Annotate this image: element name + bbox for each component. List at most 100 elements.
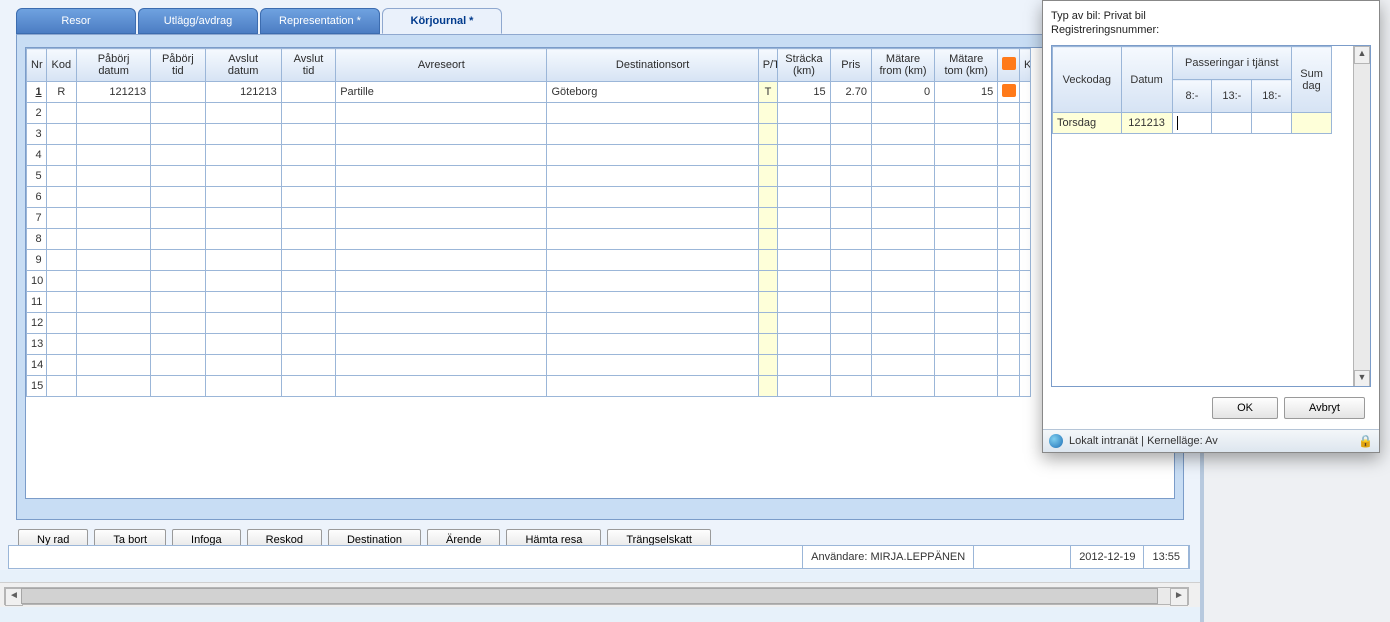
cell-nr[interactable]: 13: [27, 334, 47, 355]
cell-pris[interactable]: [830, 334, 871, 355]
cell-nr[interactable]: 4: [27, 145, 47, 166]
cell-stracka[interactable]: [778, 292, 830, 313]
cell-mfrom[interactable]: 0: [871, 82, 934, 103]
dcol-p8[interactable]: 8:-: [1172, 80, 1212, 113]
cell-avsdatum[interactable]: [205, 229, 281, 250]
cell-avstid[interactable]: [281, 355, 335, 376]
cell-k[interactable]: [1020, 250, 1031, 271]
cell-p18[interactable]: [1252, 113, 1292, 134]
cell-avstid[interactable]: [281, 187, 335, 208]
cell-destination[interactable]: [547, 166, 758, 187]
cell-mtom[interactable]: [935, 334, 998, 355]
cell-datum[interactable]: 121213: [1121, 113, 1172, 134]
cell-pt[interactable]: [758, 313, 778, 334]
dcol-datum[interactable]: Datum: [1121, 47, 1172, 113]
cell-kod[interactable]: [46, 166, 76, 187]
cell-pabdatum[interactable]: [77, 208, 151, 229]
cell-mfrom[interactable]: [871, 103, 934, 124]
cell-stracka[interactable]: [778, 376, 830, 397]
cell-pabdatum[interactable]: [77, 187, 151, 208]
cell-stracka[interactable]: [778, 229, 830, 250]
cell-avsdatum[interactable]: [205, 334, 281, 355]
cell-nr[interactable]: 7: [27, 208, 47, 229]
cell-avstid[interactable]: [281, 271, 335, 292]
col-mtom[interactable]: Mätaretom (km): [935, 49, 998, 82]
cell-pris[interactable]: [830, 187, 871, 208]
cell-comment[interactable]: [998, 124, 1020, 145]
cell-k[interactable]: [1020, 355, 1031, 376]
cell-destination[interactable]: [547, 187, 758, 208]
cell-pris[interactable]: [830, 124, 871, 145]
cell-stracka[interactable]: 15: [778, 82, 830, 103]
cell-k[interactable]: [1020, 103, 1031, 124]
cell-kod[interactable]: [46, 103, 76, 124]
cell-kod[interactable]: [46, 208, 76, 229]
cell-destination[interactable]: [547, 334, 758, 355]
cell-mfrom[interactable]: [871, 313, 934, 334]
cell-comment[interactable]: [998, 166, 1020, 187]
cell-avsdatum[interactable]: [205, 124, 281, 145]
cell-avsdatum[interactable]: 121213: [205, 82, 281, 103]
cell-k[interactable]: [1020, 334, 1031, 355]
cell-stracka[interactable]: [778, 166, 830, 187]
cell-mtom[interactable]: 15: [935, 82, 998, 103]
table-row[interactable]: 6: [27, 187, 1031, 208]
cell-avstid[interactable]: [281, 166, 335, 187]
cell-k[interactable]: [1020, 166, 1031, 187]
col-pris[interactable]: Pris: [830, 49, 871, 82]
cell-kod[interactable]: [46, 187, 76, 208]
col-pabdatum[interactable]: Påbörjdatum: [77, 49, 151, 82]
dcol-veckodag[interactable]: Veckodag: [1053, 47, 1122, 113]
cell-avsdatum[interactable]: [205, 376, 281, 397]
cell-pabtid[interactable]: [151, 355, 205, 376]
scroll-right-button[interactable]: ►: [1170, 588, 1188, 606]
cell-pris[interactable]: [830, 166, 871, 187]
cell-k[interactable]: [1020, 145, 1031, 166]
cell-pt[interactable]: [758, 250, 778, 271]
dialog-vscrollbar[interactable]: ▲ ▼: [1353, 46, 1370, 386]
table-row[interactable]: 11: [27, 292, 1031, 313]
cell-k[interactable]: [1020, 292, 1031, 313]
cell-kod[interactable]: [46, 229, 76, 250]
table-row[interactable]: 13: [27, 334, 1031, 355]
cell-pabdatum[interactable]: [77, 229, 151, 250]
cell-stracka[interactable]: [778, 313, 830, 334]
cell-pabdatum[interactable]: [77, 376, 151, 397]
col-nr[interactable]: Nr: [27, 49, 47, 82]
cell-pt[interactable]: [758, 334, 778, 355]
cell-pris[interactable]: [830, 376, 871, 397]
cell-nr[interactable]: 15: [27, 376, 47, 397]
col-destination[interactable]: Destinationsort: [547, 49, 758, 82]
cell-mfrom[interactable]: [871, 271, 934, 292]
cell-stracka[interactable]: [778, 187, 830, 208]
cell-pabtid[interactable]: [151, 376, 205, 397]
cell-avreseort[interactable]: [336, 313, 547, 334]
cell-avsdatum[interactable]: [205, 166, 281, 187]
cell-avreseort[interactable]: Partille: [336, 82, 547, 103]
cell-avstid[interactable]: [281, 250, 335, 271]
tab-korjournal[interactable]: Körjournal *: [382, 8, 502, 34]
cell-avreseort[interactable]: [336, 250, 547, 271]
cell-pt[interactable]: [758, 355, 778, 376]
cell-nr[interactable]: 12: [27, 313, 47, 334]
cell-pt[interactable]: [758, 103, 778, 124]
tab-resor[interactable]: Resor: [16, 8, 136, 34]
cell-pabdatum[interactable]: [77, 334, 151, 355]
cell-avstid[interactable]: [281, 208, 335, 229]
table-row[interactable]: 12: [27, 313, 1031, 334]
cell-pris[interactable]: 2.70: [830, 82, 871, 103]
cell-veckodag[interactable]: Torsdag: [1053, 113, 1122, 134]
cell-pt[interactable]: [758, 292, 778, 313]
cell-pabtid[interactable]: [151, 145, 205, 166]
grid-scroll[interactable]: Nr Kod Påbörjdatum Påbörjtid Avslutdatum…: [25, 47, 1175, 499]
cell-pabtid[interactable]: [151, 208, 205, 229]
cell-avreseort[interactable]: [336, 208, 547, 229]
cell-pabdatum[interactable]: [77, 124, 151, 145]
cell-comment[interactable]: [998, 271, 1020, 292]
cell-pabtid[interactable]: [151, 124, 205, 145]
cell-pris[interactable]: [830, 292, 871, 313]
cell-k[interactable]: [1020, 229, 1031, 250]
cell-nr[interactable]: 3: [27, 124, 47, 145]
cell-pris[interactable]: [830, 355, 871, 376]
cell-k[interactable]: [1020, 376, 1031, 397]
